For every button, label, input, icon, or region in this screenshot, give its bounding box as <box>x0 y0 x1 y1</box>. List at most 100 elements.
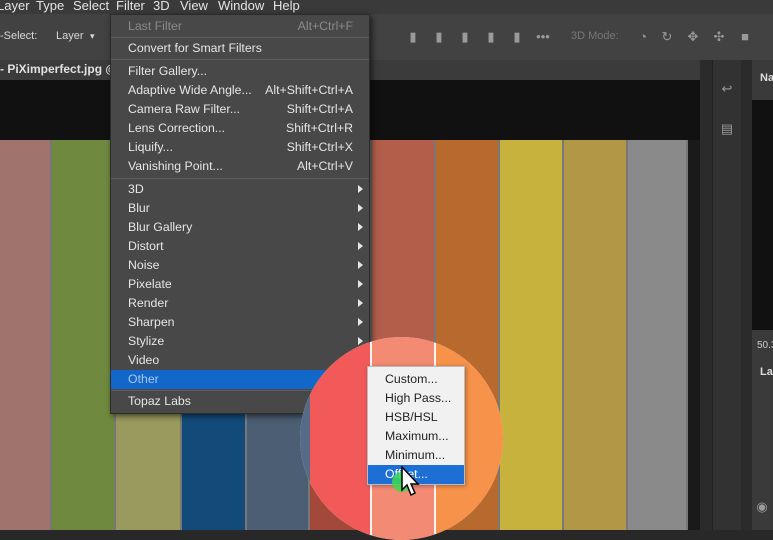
chevron-down-icon: ▾ <box>90 31 95 41</box>
properties-icon[interactable]: ▤ <box>720 122 734 136</box>
menu-layer[interactable]: Layer <box>0 0 30 13</box>
plank <box>688 140 700 530</box>
menu-filter[interactable]: Filter <box>116 0 145 13</box>
menu-item-adaptive-wide-angle[interactable]: Adaptive Wide Angle... Alt+Shift+Ctrl+A <box>111 81 369 100</box>
menu-item-label: Noise <box>128 258 160 272</box>
plank <box>628 140 686 530</box>
submenu-item-maximum[interactable]: Maximum... <box>368 427 464 446</box>
eye-icon[interactable]: ◉ <box>755 500 769 514</box>
menu-item-shortcut: Alt+Shift+Ctrl+A <box>265 83 353 97</box>
submenu-item-label: Minimum... <box>385 448 446 462</box>
layer-dropdown[interactable]: Layer ▾ <box>50 26 100 46</box>
menu-item-lens-correction[interactable]: Lens Correction... Shift+Ctrl+R <box>111 119 369 138</box>
menu-item-label: Filter Gallery... <box>128 64 208 78</box>
menu-item-noise[interactable]: Noise <box>111 256 369 275</box>
submenu-item-hsb-hsl[interactable]: HSB/HSL <box>368 408 464 427</box>
menu-item-label: Pixelate <box>128 277 172 291</box>
submenu-arrow-icon <box>358 185 363 193</box>
menu-item-last-filter: Last Filter Alt+Ctrl+F <box>111 17 369 36</box>
menu-item-pixelate[interactable]: Pixelate <box>111 275 369 294</box>
plank <box>0 140 50 530</box>
roll-3d-icon[interactable]: ↻ <box>660 30 674 44</box>
menu-help[interactable]: Help <box>273 0 300 13</box>
navigator-preview[interactable] <box>752 100 773 330</box>
separator <box>111 178 369 179</box>
slide-3d-icon[interactable]: ✣ <box>712 30 726 44</box>
menu-item-label: Distort <box>128 239 164 253</box>
align-bottom-icon[interactable]: ▮ <box>458 30 472 44</box>
plank <box>500 140 562 530</box>
menu-item-vanishing-point[interactable]: Vanishing Point... Alt+Ctrl+V <box>111 157 369 176</box>
menu-item-label: 3D <box>128 182 144 196</box>
submenu-item-label: HSB/HSL <box>385 410 438 424</box>
menu-item-label: Blur Gallery <box>128 220 193 234</box>
menu-window[interactable]: Window <box>218 0 264 13</box>
menu-item-label: Topaz Labs <box>128 394 191 408</box>
align-top-icon[interactable]: ▮ <box>406 30 420 44</box>
menu-3d[interactable]: 3D <box>153 0 170 13</box>
submenu-item-label: Maximum... <box>385 429 449 443</box>
plank <box>564 140 626 530</box>
menu-item-label: Adaptive Wide Angle... <box>128 83 252 97</box>
submenu-arrow-icon <box>358 242 363 250</box>
orbit-3d-icon[interactable]: ◔ <box>636 30 650 44</box>
3d-mode-label: 3D Mode: <box>571 30 619 42</box>
layers-tab[interactable]: La <box>760 366 773 378</box>
layer-dropdown-value: Layer <box>56 30 84 42</box>
align-left-icon[interactable]: ▮ <box>484 30 498 44</box>
submenu-arrow-icon <box>358 261 363 269</box>
submenu-item-label: Custom... <box>385 372 438 386</box>
menu-item-label: Render <box>128 296 169 310</box>
menu-item-convert-smart-filters[interactable]: Convert for Smart Filters <box>111 39 369 58</box>
submenu-arrow-icon <box>358 204 363 212</box>
menu-item-label: Blur <box>128 201 150 215</box>
menu-item-label: Lens Correction... <box>128 121 226 135</box>
submenu-item-label: High Pass... <box>385 391 452 405</box>
history-icon[interactable]: ↩ <box>720 82 734 96</box>
menu-item-sharpen[interactable]: Sharpen <box>111 313 369 332</box>
menu-item-3d[interactable]: 3D <box>111 180 369 199</box>
submenu-arrow-icon <box>358 318 363 326</box>
menu-item-shortcut: Shift+Ctrl+R <box>286 121 353 135</box>
menu-item-blur[interactable]: Blur <box>111 199 369 218</box>
separator <box>111 37 369 38</box>
submenu-arrow-icon <box>358 223 363 231</box>
auto-select-label: -Select: <box>0 30 38 42</box>
submenu-item-high-pass[interactable]: High Pass... <box>368 389 464 408</box>
menu-item-label: Video <box>128 353 160 367</box>
more-options-icon[interactable]: ••• <box>536 30 550 44</box>
menu-item-label: Liquify... <box>128 140 173 154</box>
scale-3d-icon[interactable]: ■ <box>738 30 752 44</box>
menu-type[interactable]: Type <box>36 0 64 13</box>
menu-item-camera-raw-filter[interactable]: Camera Raw Filter... Shift+Ctrl+A <box>111 100 369 119</box>
menu-item-shortcut: Alt+Ctrl+V <box>296 159 353 173</box>
submenu-arrow-icon <box>358 299 363 307</box>
submenu-item-custom[interactable]: Custom... <box>368 370 464 389</box>
drag-3d-icon[interactable]: ✥ <box>686 30 700 44</box>
align-center-icon[interactable]: ▮ <box>510 30 524 44</box>
align-middle-icon[interactable]: ▮ <box>432 30 446 44</box>
menu-item-label: Camera Raw Filter... <box>128 102 241 116</box>
menu-bar: Layer Type Select Filter 3D View Window … <box>0 0 773 14</box>
menu-item-blur-gallery[interactable]: Blur Gallery <box>111 218 369 237</box>
menu-item-shortcut: Shift+Ctrl+A <box>286 102 353 116</box>
submenu-arrow-icon <box>358 280 363 288</box>
menu-item-filter-gallery[interactable]: Filter Gallery... <box>111 62 369 81</box>
menu-item-shortcut: Alt+Ctrl+F <box>297 19 353 33</box>
menu-item-label: Other <box>128 372 159 386</box>
menu-item-render[interactable]: Render <box>111 294 369 313</box>
navigator-tab[interactable]: Na <box>760 72 773 84</box>
separator <box>111 59 369 60</box>
menu-item-label: Sharpen <box>128 315 175 329</box>
menu-item-liquify[interactable]: Liquify... Shift+Ctrl+X <box>111 138 369 157</box>
menu-item-label: Vanishing Point... <box>128 159 223 173</box>
zoom-readout[interactable]: 50.3 <box>757 340 773 351</box>
document-title: - PiXimperfect.jpg @ <box>0 62 118 76</box>
menu-select[interactable]: Select <box>73 0 109 13</box>
menu-item-distort[interactable]: Distort <box>111 237 369 256</box>
menu-item-label: Last Filter <box>128 19 182 33</box>
mouse-cursor-icon <box>401 466 420 497</box>
menu-view[interactable]: View <box>180 0 208 13</box>
submenu-item-minimum[interactable]: Minimum... <box>368 446 464 465</box>
menu-item-label: Stylize <box>128 334 165 348</box>
